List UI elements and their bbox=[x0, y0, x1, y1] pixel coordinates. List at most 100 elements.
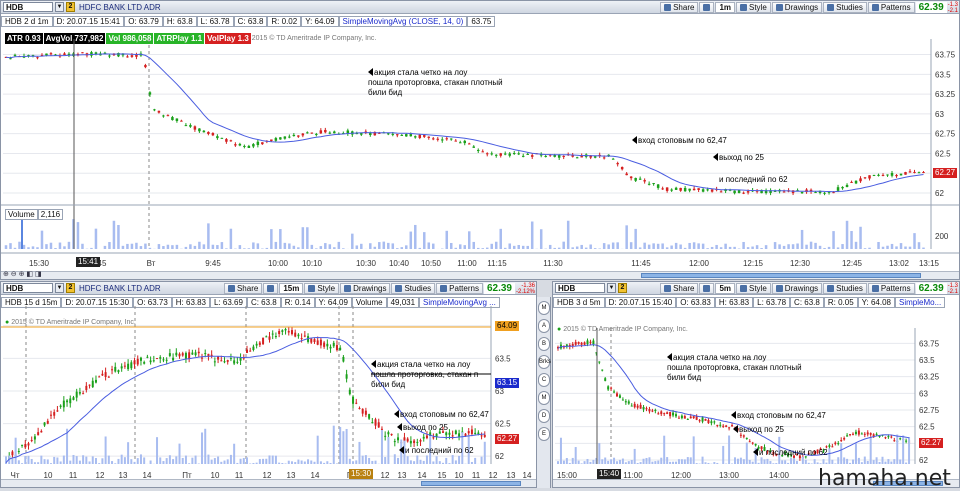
volume-bar bbox=[563, 461, 565, 464]
volume-bar bbox=[5, 456, 7, 464]
candle-body bbox=[663, 413, 665, 414]
candle-body bbox=[850, 182, 853, 183]
annotation-note[interactable]: и последний по 62 bbox=[399, 446, 474, 456]
volume-bar bbox=[651, 462, 653, 464]
volume-bar bbox=[846, 221, 849, 249]
candle-body bbox=[246, 350, 248, 353]
candle-body bbox=[63, 53, 66, 55]
side-tool-button[interactable]: C bbox=[538, 373, 550, 387]
annotation-note[interactable]: и последний по 62 bbox=[753, 448, 828, 458]
volume-bar bbox=[522, 246, 525, 249]
candle-body bbox=[720, 191, 723, 192]
candle-body bbox=[339, 348, 341, 350]
volume-bar bbox=[230, 229, 233, 249]
annotation-note[interactable]: вход стоповым по 62,47 bbox=[731, 411, 826, 421]
volume-bar bbox=[18, 460, 20, 464]
volume-bar bbox=[646, 458, 648, 464]
volume-bar bbox=[288, 243, 291, 249]
x-tick-label: 12:00 bbox=[689, 259, 710, 268]
volume-bar bbox=[578, 461, 580, 464]
volume-bar bbox=[236, 463, 238, 464]
candle-body bbox=[82, 393, 84, 394]
side-tool-button[interactable]: D bbox=[538, 409, 550, 423]
top-scrollbar[interactable] bbox=[1, 271, 959, 279]
candle-body bbox=[162, 115, 165, 116]
candle-body bbox=[368, 414, 370, 419]
candle-body bbox=[137, 359, 139, 365]
bl-cursor-time: 15:30 bbox=[349, 469, 373, 479]
volume-bar bbox=[631, 460, 633, 464]
side-tool-button[interactable]: E bbox=[538, 427, 550, 441]
volume-bar bbox=[896, 435, 898, 464]
volume-bar bbox=[214, 458, 216, 464]
x-tick-label: 11:45 bbox=[631, 259, 651, 268]
candle-body bbox=[18, 451, 20, 452]
candle-body bbox=[310, 339, 312, 343]
volume-bar bbox=[758, 463, 760, 464]
volume-bar bbox=[828, 448, 830, 464]
candle-body bbox=[189, 125, 192, 127]
bl-scrollbar[interactable] bbox=[1, 479, 536, 487]
side-tool-button[interactable]: M bbox=[538, 301, 550, 315]
candle-body bbox=[272, 334, 274, 335]
annotation-note[interactable]: акция стала четко на лоупошла проторговк… bbox=[371, 360, 478, 390]
volume-bar bbox=[696, 463, 698, 464]
annotation-note[interactable]: выход по 25 bbox=[713, 153, 764, 163]
volume-bar bbox=[432, 244, 435, 249]
y-tick-label: 62 bbox=[919, 456, 928, 465]
volume-bar bbox=[66, 429, 68, 464]
annotation-note[interactable]: акция стала четко на лоупошла проторговк… bbox=[368, 68, 503, 98]
candle-body bbox=[297, 135, 300, 136]
top-price-chart[interactable]: 63.7563.563.256362.7562.562.256215:3045В… bbox=[1, 1, 960, 271]
annotation-note[interactable]: вход стоповым по 62,47 bbox=[632, 136, 727, 146]
volume-bar bbox=[122, 246, 125, 249]
candle-body bbox=[716, 425, 718, 426]
volume-bar bbox=[843, 457, 845, 464]
x-tick-label: 10:50 bbox=[421, 259, 442, 268]
side-tool-button[interactable]: A bbox=[538, 319, 550, 333]
candle-body bbox=[877, 175, 880, 176]
volume-bar bbox=[484, 442, 486, 464]
candle-body bbox=[391, 434, 393, 435]
annotation-note[interactable]: выход по 25 bbox=[733, 425, 784, 435]
volume-bar bbox=[879, 462, 881, 464]
bl-scroll-thumb[interactable] bbox=[421, 481, 521, 486]
volume-bar bbox=[648, 457, 650, 464]
annotation-note[interactable]: и последний по 62 bbox=[719, 175, 788, 185]
side-tool-button[interactable]: B bbox=[538, 337, 550, 351]
volume-bar bbox=[14, 248, 16, 249]
candle-body bbox=[891, 173, 894, 176]
volume-bar bbox=[285, 463, 287, 464]
volume-bar bbox=[414, 225, 417, 249]
zoom-controls[interactable]: ⊕ ⊖ ⊕ ◧ ◨ bbox=[3, 271, 42, 279]
side-tool-button[interactable]: M bbox=[538, 391, 550, 405]
volume-bar bbox=[76, 456, 78, 464]
volume-bar bbox=[884, 462, 886, 464]
volume-bar bbox=[239, 245, 242, 249]
candle-body bbox=[508, 154, 511, 156]
volume-bar bbox=[831, 460, 833, 464]
annotation-note[interactable]: акция стала четко на лоупошла проторговк… bbox=[667, 353, 802, 383]
volume-bar bbox=[657, 244, 660, 249]
top-scroll-thumb[interactable] bbox=[641, 273, 921, 278]
x-tick-label: 10:00 bbox=[268, 259, 289, 268]
volume-bar bbox=[814, 459, 816, 464]
volume-bar bbox=[284, 243, 287, 249]
annotation-note[interactable]: вход стоповым по 62,47 bbox=[394, 410, 489, 420]
volume-bar bbox=[455, 248, 458, 249]
volume-bar bbox=[81, 244, 84, 249]
volume-bar bbox=[455, 460, 457, 464]
candle-body bbox=[648, 184, 651, 185]
volume-bar bbox=[607, 461, 609, 464]
annotation-note[interactable]: выход по 25 bbox=[397, 423, 448, 433]
candle-body bbox=[27, 443, 29, 445]
volume-bar bbox=[722, 446, 724, 464]
volume-bar bbox=[201, 432, 203, 464]
candle-body bbox=[159, 357, 161, 359]
side-tool-button[interactable]: Brks bbox=[538, 355, 550, 369]
candle-body bbox=[584, 342, 586, 344]
candle-body bbox=[396, 134, 399, 135]
candle-body bbox=[681, 416, 683, 419]
volume-bar bbox=[557, 461, 559, 464]
candle-body bbox=[34, 436, 36, 439]
